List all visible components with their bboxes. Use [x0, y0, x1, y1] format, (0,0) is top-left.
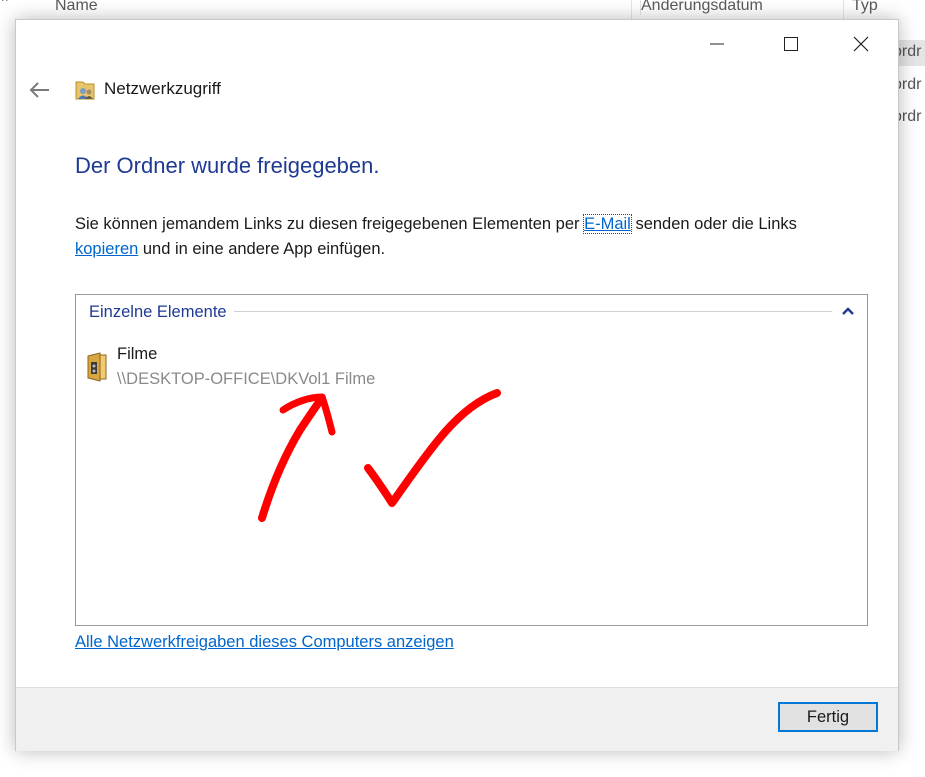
back-button[interactable] — [28, 78, 52, 102]
dialog-footer: Fertig — [16, 687, 898, 751]
back-arrow-icon — [29, 82, 49, 98]
chevron-up-icon — [842, 307, 854, 315]
column-header-type[interactable]: Typ — [852, 0, 878, 15]
maximize-button[interactable] — [768, 28, 814, 60]
minimize-icon — [710, 43, 724, 45]
column-separator — [843, 0, 844, 20]
network-access-dialog: Netzwerkzugriff Der Ordner wurde freigeg… — [15, 19, 899, 751]
column-separator — [631, 0, 632, 20]
explorer-column-header: ^ Name Änderungsdatum Typ — [0, 0, 925, 20]
shared-item-name[interactable]: Filme — [117, 345, 157, 364]
minimize-button[interactable] — [694, 28, 740, 60]
paragraph-text: Sie können jemandem Links zu diesen frei… — [75, 215, 585, 233]
done-button[interactable]: Fertig — [778, 702, 878, 732]
shared-item-path[interactable]: \\DESKTOP-OFFICE\DKVol1 Filme — [117, 370, 375, 389]
maximize-icon — [784, 37, 798, 51]
shared-folder-icon — [86, 352, 108, 382]
shared-items-group: Einzelne Elemente Filme \\DESKTOP-OFFICE… — [75, 294, 868, 626]
explorer-right-edge — [897, 20, 925, 777]
column-header-name[interactable]: Name — [55, 0, 98, 15]
dialog-titlebar[interactable] — [16, 20, 898, 68]
info-paragraph: Sie können jemandem Links zu diesen frei… — [75, 212, 865, 262]
show-all-shares-link[interactable]: Alle Netzwerkfreigaben dieses Computers … — [75, 633, 454, 652]
paragraph-text: und in eine andere App einfügen. — [138, 240, 386, 258]
email-link[interactable]: E-Mail — [583, 214, 632, 234]
network-share-icon — [75, 79, 95, 101]
copy-link[interactable]: kopieren — [75, 240, 138, 258]
column-header-date[interactable]: Änderungsdatum — [640, 0, 763, 15]
collapse-group-button[interactable] — [841, 304, 855, 316]
group-title: Einzelne Elemente — [89, 303, 227, 322]
page-heading: Der Ordner wurde freigegeben. — [75, 153, 380, 178]
close-icon — [853, 36, 869, 52]
group-divider — [234, 311, 832, 312]
scroll-up-arrow-icon[interactable]: ^ — [2, 0, 8, 8]
paragraph-text: senden oder die Links — [630, 215, 797, 233]
dialog-title: Netzwerkzugriff — [104, 79, 221, 98]
close-button[interactable] — [838, 28, 884, 60]
